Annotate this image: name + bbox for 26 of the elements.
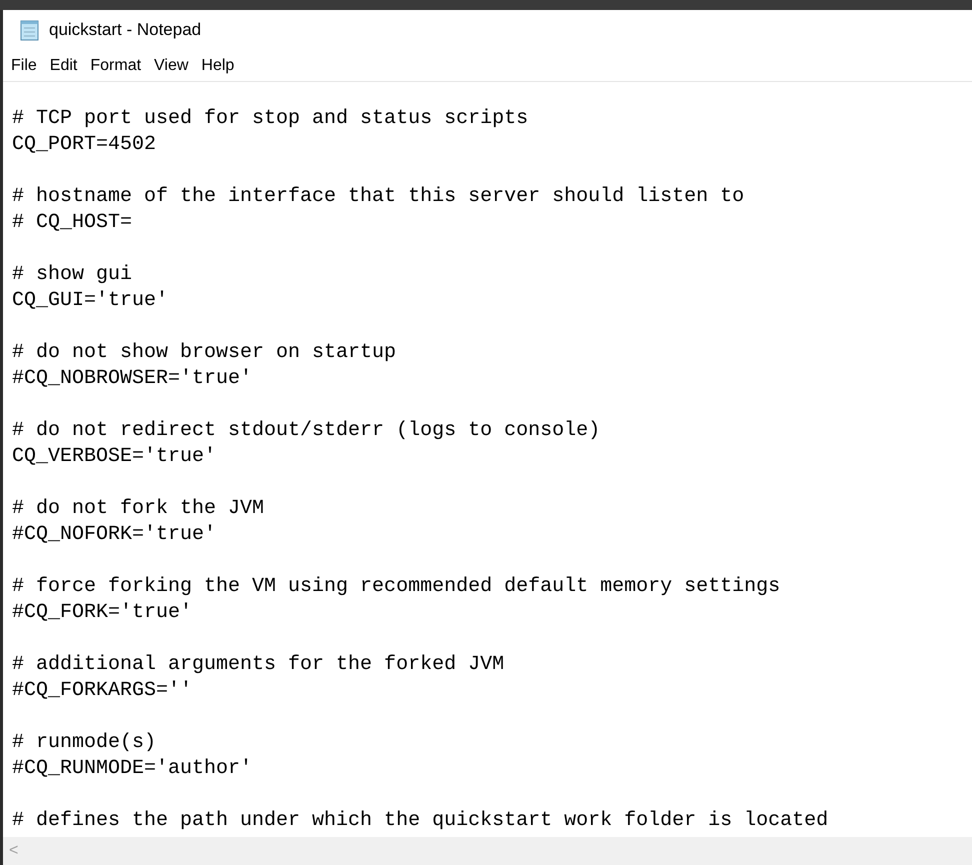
code-line: CQ_GUI='true' <box>12 288 168 314</box>
code-line: #CQ_NOFORK='true' <box>12 522 216 548</box>
code-line: # do not show browser on startup <box>12 340 396 366</box>
code-line: # additional arguments for the forked JVM <box>12 652 504 678</box>
menu-item[interactable]: File <box>11 54 37 78</box>
menu-item[interactable]: View <box>154 54 188 78</box>
code-line: # show gui <box>12 262 132 288</box>
code-line: # defines the path under which the quickstart work folder is located <box>12 808 828 834</box>
menu-item[interactable]: Format <box>90 54 142 78</box>
notepad-icon <box>19 19 41 41</box>
code-line: CQ_PORT=4502 <box>12 132 156 158</box>
code-line: CQ_VERBOSE='true' <box>12 444 216 470</box>
code-line: # TCP port used for stop and status scripts <box>12 106 528 132</box>
menu-item[interactable]: Help <box>201 54 234 78</box>
code-line: # hostname of the interface that this server should listen to <box>12 184 744 210</box>
code-line: # CQ_HOST= <box>12 210 132 236</box>
code-line: # runmode(s) <box>12 730 156 756</box>
code-line: # do not redirect stdout/stderr (logs to console) <box>12 418 600 444</box>
code-line: #CQ_FORKARGS='' <box>12 678 192 704</box>
code-line: #CQ_RUNMODE='author' <box>12 756 252 782</box>
menu-item[interactable]: Edit <box>50 54 78 78</box>
code-line: # do not fork the JVM <box>12 496 264 522</box>
window-title: quickstart - Notepad <box>49 19 202 42</box>
code-line: #CQ_NOBROWSER='true' <box>12 366 252 392</box>
code-line: # force forking the VM using recommended default memory settings <box>12 574 780 600</box>
code-line: #CQ_FORK='true' <box>12 600 192 626</box>
